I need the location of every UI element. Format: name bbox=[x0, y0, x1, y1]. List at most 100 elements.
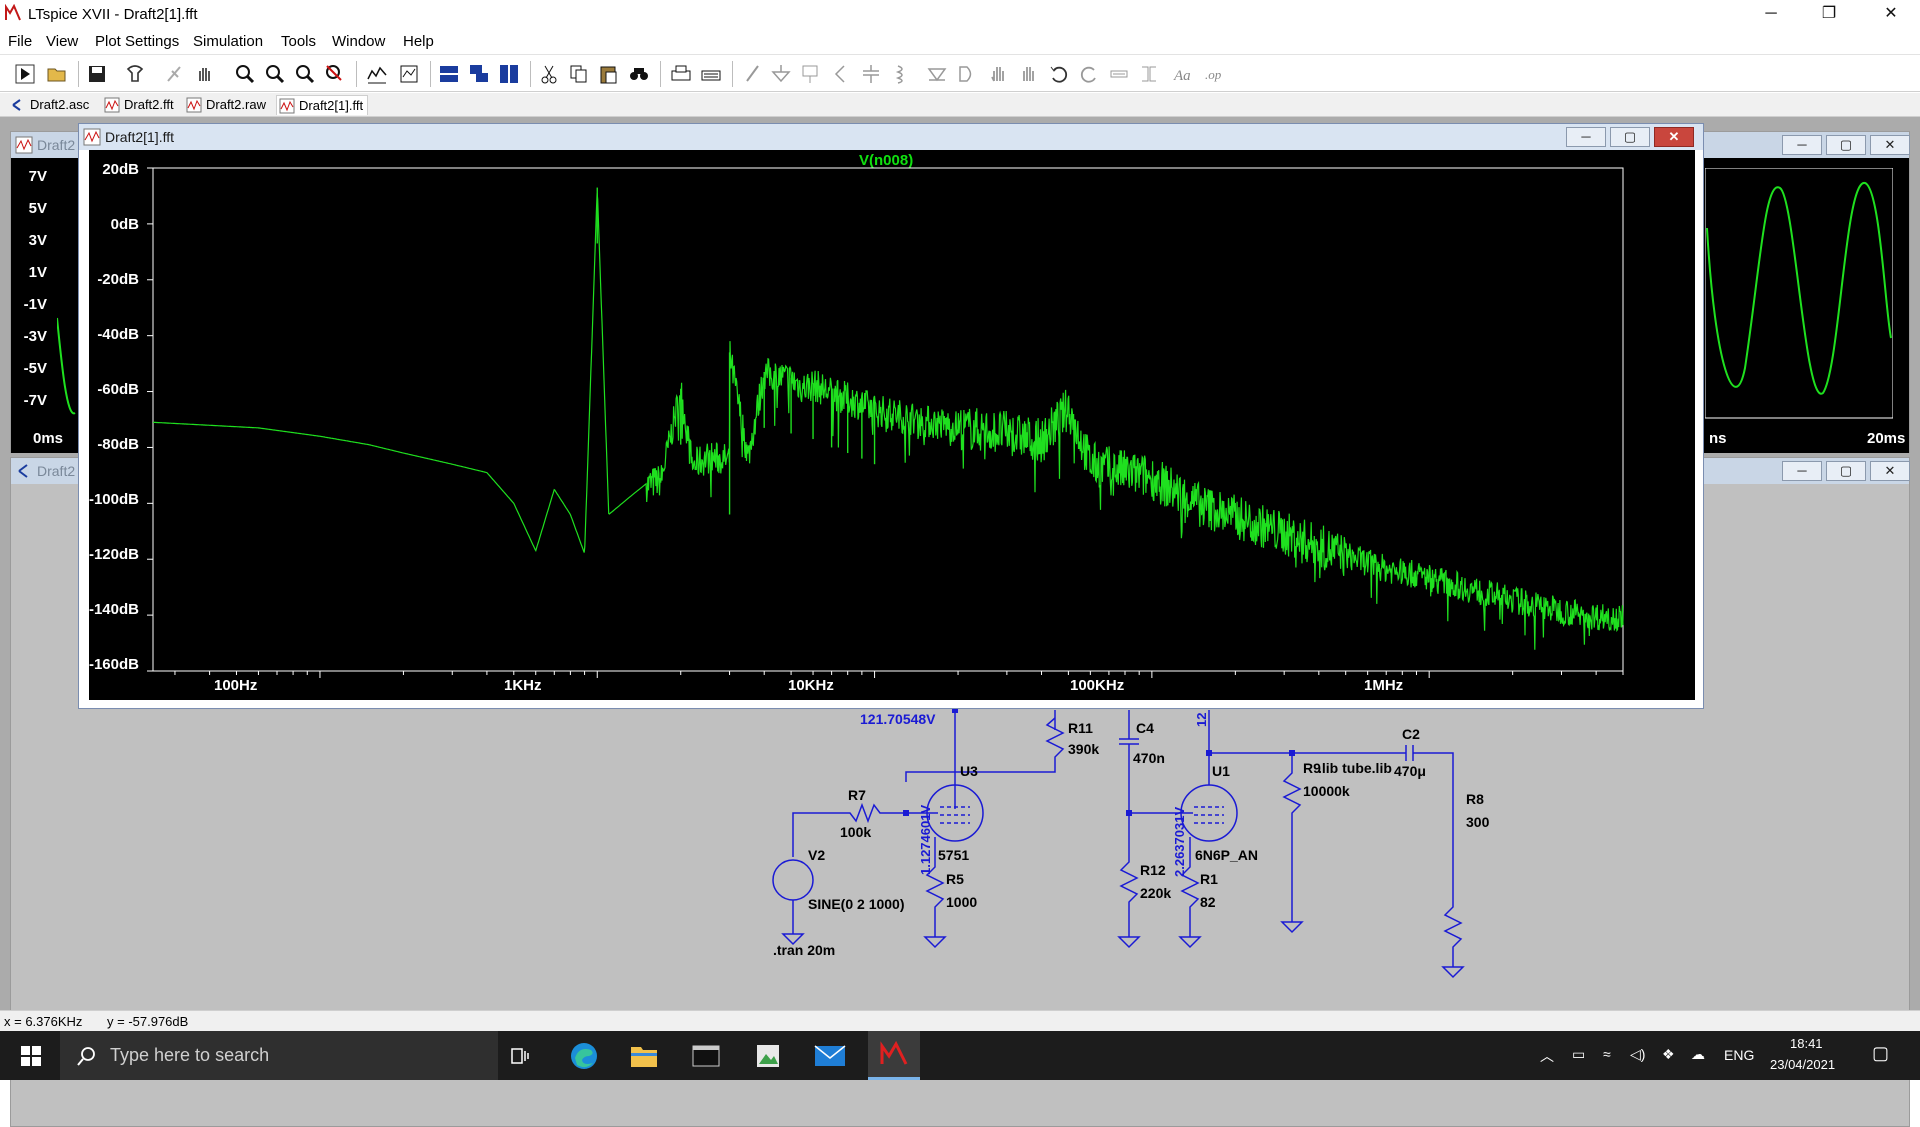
menu-file[interactable]: File bbox=[8, 33, 32, 50]
text-icon[interactable]: Aa bbox=[1170, 61, 1196, 87]
zoom-out-icon[interactable] bbox=[262, 61, 288, 87]
inductor-icon[interactable] bbox=[888, 61, 914, 87]
clock-time[interactable]: 18:41 bbox=[1790, 1036, 1823, 1051]
lib-directive[interactable]: .lib tube.lib bbox=[1318, 760, 1392, 776]
capacitor-icon[interactable] bbox=[858, 61, 884, 87]
node-voltage-label: 1.1274601V bbox=[918, 804, 933, 875]
open-icon[interactable] bbox=[44, 61, 70, 87]
window-titlebar[interactable]: Draft2[1].fft ─ ▢ ✕ bbox=[79, 124, 1703, 150]
restore-button[interactable]: ❐ bbox=[1800, 0, 1858, 29]
mail-taskbar-button[interactable] bbox=[806, 1031, 854, 1080]
find-icon[interactable] bbox=[626, 61, 652, 87]
image-viewer-taskbar-button[interactable] bbox=[744, 1031, 792, 1080]
manual-limits-icon[interactable] bbox=[396, 61, 422, 87]
wifi-icon[interactable]: ≈ bbox=[1603, 1046, 1611, 1062]
fft-chart[interactable] bbox=[89, 150, 1695, 700]
save-icon[interactable] bbox=[84, 61, 110, 87]
taskbar: Type here to search ︿ ▭ ≈ ◁) ❖ ☁ ENG 18:… bbox=[0, 1031, 1920, 1080]
ltspice-taskbar-button[interactable] bbox=[868, 1031, 920, 1080]
file-explorer-taskbar-button[interactable] bbox=[620, 1031, 668, 1080]
start-button[interactable] bbox=[8, 1031, 54, 1080]
r8-value: 300 bbox=[1466, 814, 1490, 830]
ground-icon[interactable] bbox=[768, 61, 794, 87]
ltspice-icon bbox=[880, 1040, 908, 1065]
node-voltage-label: 2.2637031V bbox=[1172, 806, 1187, 877]
r12-label: R12 bbox=[1140, 862, 1166, 878]
tab-label: Draft2.asc bbox=[30, 97, 90, 112]
zoom-in-icon[interactable] bbox=[232, 61, 258, 87]
tab-label: Draft2.fft bbox=[124, 97, 174, 112]
tab-draft2-1-fft[interactable]: Draft2[1].fft bbox=[276, 95, 368, 115]
taskbar-search[interactable]: Type here to search bbox=[60, 1031, 498, 1080]
menu-simulation[interactable]: Simulation bbox=[193, 33, 263, 50]
mail-icon bbox=[814, 1044, 846, 1066]
halt-icon[interactable] bbox=[162, 61, 188, 87]
close-button[interactable]: ✕ bbox=[1654, 127, 1694, 147]
cut-icon[interactable] bbox=[536, 61, 562, 87]
control-panel-icon[interactable] bbox=[122, 61, 148, 87]
volume-icon[interactable]: ◁) bbox=[1630, 1046, 1645, 1063]
drag-icon[interactable] bbox=[1016, 61, 1042, 87]
undo-icon[interactable] bbox=[1046, 61, 1072, 87]
close-button[interactable]: ✕ bbox=[1862, 0, 1920, 29]
onedrive-icon[interactable]: ☁ bbox=[1691, 1046, 1705, 1063]
move-icon[interactable] bbox=[986, 61, 1012, 87]
task-view-icon bbox=[511, 1047, 529, 1064]
autorange-icon[interactable] bbox=[364, 61, 390, 87]
ltspice-logo-icon bbox=[5, 4, 21, 21]
menu-help[interactable]: Help bbox=[403, 33, 434, 50]
menu-plot-settings[interactable]: Plot Settings bbox=[95, 33, 179, 50]
draw-wire-icon[interactable] bbox=[740, 61, 766, 87]
cursor-y-readout: y = -57.976dB bbox=[107, 1014, 189, 1029]
fft-window[interactable]: Draft2[1].fft ─ ▢ ✕ V(n008) 20dB 0dB -20… bbox=[78, 123, 1704, 709]
edge-taskbar-button[interactable] bbox=[560, 1031, 608, 1080]
v2-label: V2 bbox=[808, 847, 826, 863]
tab-draft2-asc[interactable]: Draft2.asc bbox=[8, 95, 94, 115]
search-placeholder: Type here to search bbox=[110, 1045, 270, 1065]
tab-draft2-fft[interactable]: Draft2.fft bbox=[102, 95, 180, 115]
resistor-icon[interactable] bbox=[828, 61, 854, 87]
pan-hand-icon[interactable] bbox=[192, 61, 218, 87]
print-preview-icon[interactable] bbox=[698, 61, 724, 87]
zoom-cancel-icon[interactable] bbox=[322, 61, 348, 87]
minimize-button[interactable]: ─ bbox=[1566, 127, 1606, 147]
r7-label: R7 bbox=[848, 787, 866, 803]
window-title: LTspice XVII - Draft2[1].fft bbox=[28, 6, 198, 23]
component-icon[interactable] bbox=[954, 61, 980, 87]
notifications-icon[interactable]: ▢ bbox=[1872, 1043, 1889, 1064]
tray-chevron-icon[interactable]: ︿ bbox=[1540, 1046, 1554, 1066]
clock-date[interactable]: 23/04/2021 bbox=[1770, 1057, 1835, 1072]
terminal-taskbar-button[interactable] bbox=[682, 1031, 730, 1080]
copy-icon[interactable] bbox=[566, 61, 592, 87]
menu-window[interactable]: Window bbox=[332, 33, 385, 50]
waveform-icon bbox=[83, 128, 101, 146]
fft-plot-area[interactable]: V(n008) 20dB 0dB -20dB -40dB -60dB -80dB… bbox=[89, 150, 1695, 700]
maximize-button[interactable]: ▢ bbox=[1610, 127, 1650, 147]
tile-horizontal-icon[interactable] bbox=[436, 61, 462, 87]
run-icon[interactable] bbox=[12, 61, 38, 87]
paste-icon[interactable] bbox=[596, 61, 622, 87]
search-icon bbox=[77, 1047, 95, 1066]
zoom-fit-icon[interactable] bbox=[292, 61, 318, 87]
spice-directive-icon[interactable]: .op bbox=[1202, 61, 1228, 87]
print-icon[interactable] bbox=[668, 61, 694, 87]
menu-tools[interactable]: Tools bbox=[281, 33, 316, 50]
cascade-icon[interactable] bbox=[466, 61, 492, 87]
language-indicator[interactable]: ENG bbox=[1724, 1047, 1754, 1063]
redo-icon[interactable] bbox=[1076, 61, 1102, 87]
task-view-button[interactable] bbox=[500, 1031, 540, 1080]
minimize-button[interactable]: ─ bbox=[1742, 0, 1800, 29]
label-net-icon[interactable] bbox=[798, 61, 824, 87]
dropbox-icon[interactable]: ❖ bbox=[1662, 1046, 1675, 1063]
tran-directive[interactable]: .tran 20m bbox=[773, 942, 835, 958]
fft-trace[interactable] bbox=[153, 193, 1624, 650]
windows-icon bbox=[21, 1045, 41, 1066]
menu-view[interactable]: View bbox=[46, 33, 78, 50]
battery-icon[interactable]: ▭ bbox=[1572, 1046, 1585, 1063]
mirror-icon[interactable] bbox=[1136, 61, 1162, 87]
rotate-icon[interactable] bbox=[1106, 61, 1132, 87]
tile-vertical-icon[interactable] bbox=[496, 61, 522, 87]
tab-draft2-raw[interactable]: Draft2.raw bbox=[184, 95, 270, 115]
node-voltage-label: 12 bbox=[1194, 712, 1209, 727]
diode-icon[interactable] bbox=[924, 61, 950, 87]
